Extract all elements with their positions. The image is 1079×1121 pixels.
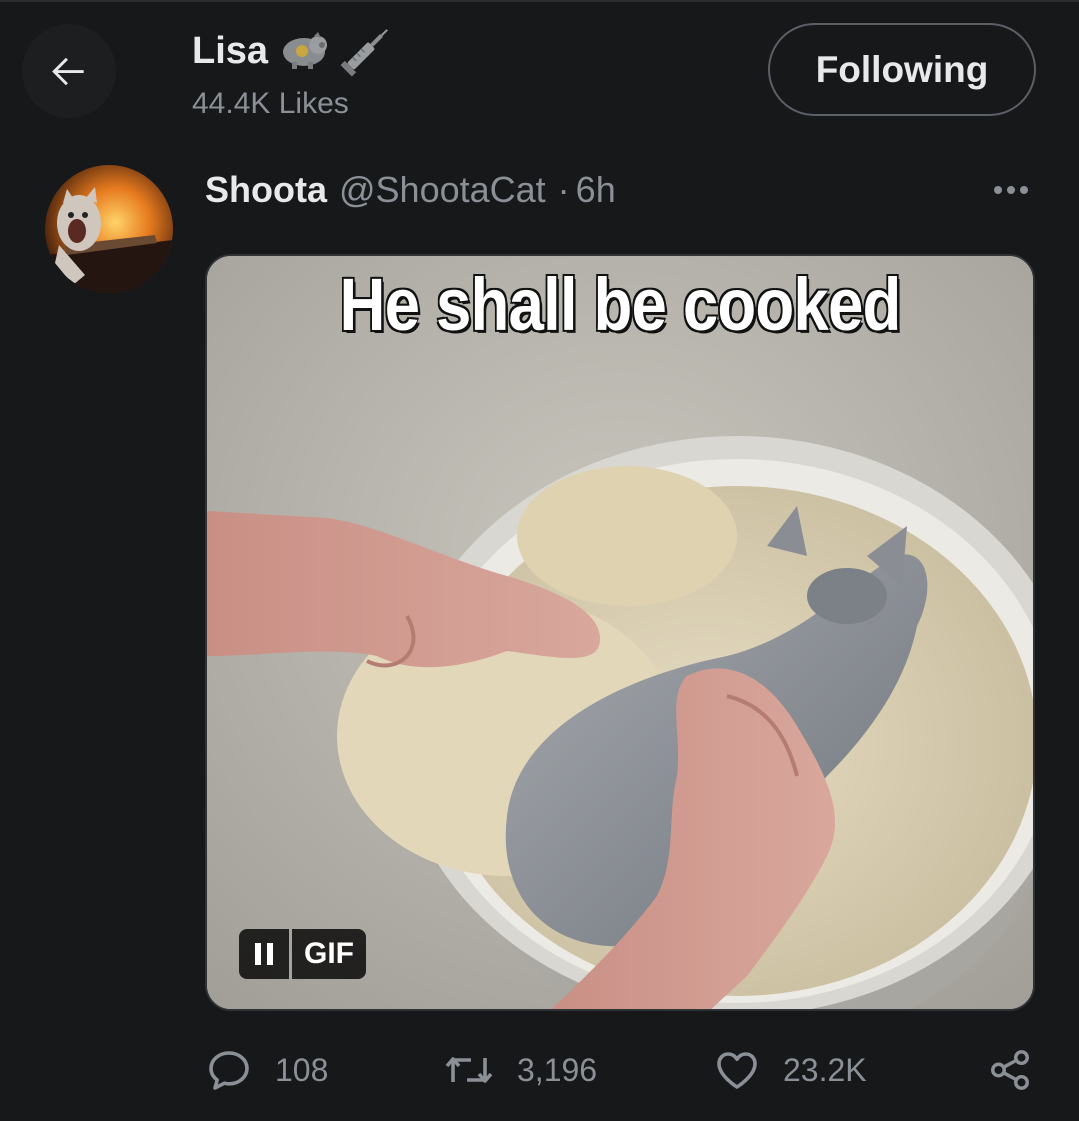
top-divider	[0, 0, 1079, 2]
likes-count: 44.4K Likes	[192, 87, 349, 120]
more-dots-icon[interactable]	[986, 172, 1036, 208]
profile-name-text: Lisa	[192, 30, 269, 72]
share-button[interactable]	[987, 1040, 1033, 1100]
share-icon	[991, 1050, 1029, 1090]
avatar[interactable]	[45, 165, 173, 293]
syringe-emoji	[340, 29, 388, 77]
profile-name: Lisa	[192, 24, 394, 78]
gif-caption: He shall be cooked	[339, 262, 903, 347]
back-button[interactable]	[22, 24, 116, 118]
like-count: 23.2K	[783, 1051, 867, 1088]
author-name[interactable]: Shoota	[205, 168, 327, 212]
reply-count: 108	[275, 1051, 329, 1088]
like-button[interactable]: 23.2K	[713, 1040, 867, 1100]
tweet-action-bar: 108 3,196 23.2K	[205, 1040, 1035, 1100]
gif-controls: GIF	[239, 929, 366, 979]
arrow-left-icon	[52, 57, 84, 86]
reply-icon	[209, 1051, 249, 1090]
tweet-media-gif[interactable]: He shall be cooked GIF	[205, 254, 1035, 1011]
retweet-icon	[445, 1057, 493, 1083]
reply-button[interactable]: 108	[205, 1040, 328, 1100]
separator: ·	[557, 169, 570, 210]
tweet-header: Shoota @ShootaCat · 6h	[205, 168, 616, 212]
retweet-button[interactable]: 3,196	[443, 1040, 597, 1100]
gif-image	[207, 256, 1033, 1009]
pause-icon[interactable]	[239, 929, 289, 979]
tweet-time[interactable]: 6h	[576, 168, 616, 212]
gif-badge: GIF	[292, 929, 366, 979]
avatar-image	[45, 165, 173, 293]
retweet-count: 3,196	[517, 1051, 598, 1088]
author-handle[interactable]: @ShootaCat	[339, 168, 546, 212]
heart-icon	[717, 1052, 757, 1089]
name-emojis	[278, 24, 394, 78]
following-button[interactable]: Following	[768, 23, 1036, 116]
pig-emoji	[283, 32, 328, 69]
